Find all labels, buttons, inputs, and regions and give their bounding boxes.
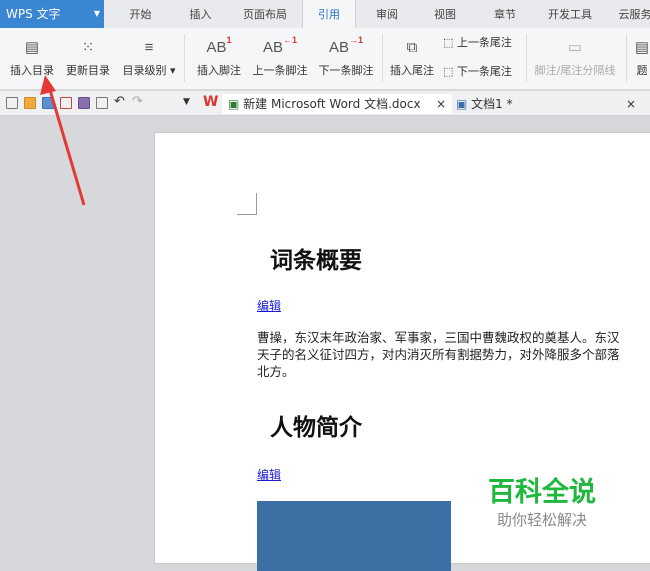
red-arrow-annotation — [40, 75, 86, 206]
